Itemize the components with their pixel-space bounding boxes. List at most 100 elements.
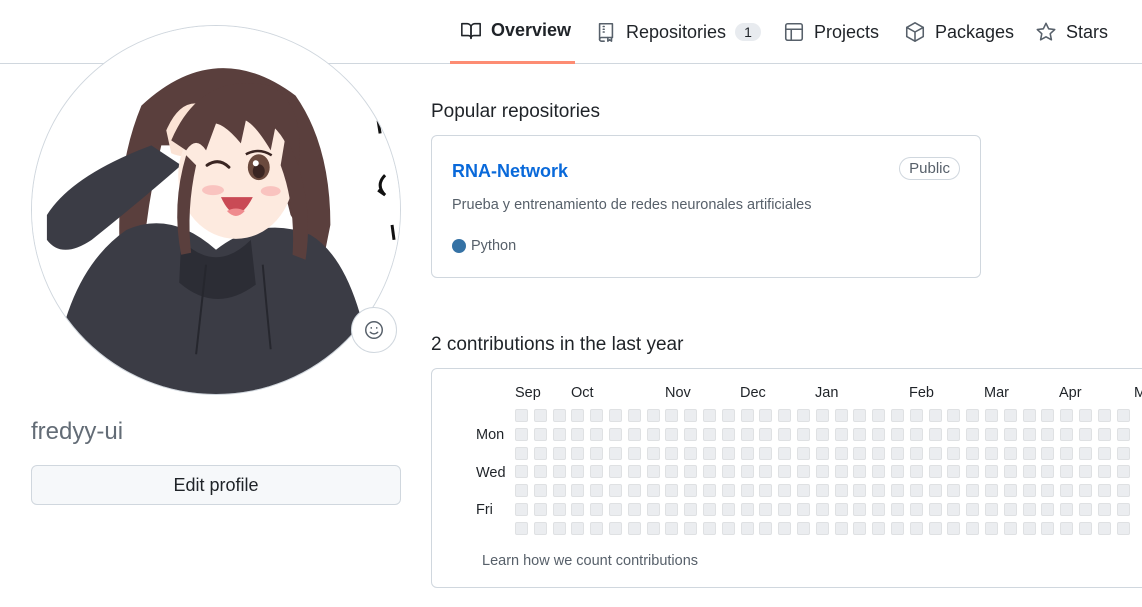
contribution-day-cell[interactable]	[891, 503, 904, 516]
contribution-day-cell[interactable]	[609, 521, 622, 535]
contribution-day-cell[interactable]	[1060, 446, 1074, 460]
contribution-day-cell[interactable]	[815, 465, 829, 479]
contribution-day-cell[interactable]	[665, 465, 679, 479]
contribution-day-cell[interactable]	[609, 409, 622, 422]
contribution-day-cell[interactable]	[966, 521, 980, 535]
contribution-day-cell[interactable]	[797, 465, 810, 479]
contribution-day-cell[interactable]	[515, 465, 528, 479]
contribution-day-cell[interactable]	[872, 427, 886, 441]
contribution-day-cell[interactable]	[872, 465, 886, 479]
contribution-day-cell[interactable]	[872, 409, 886, 422]
contribution-day-cell[interactable]	[853, 465, 867, 479]
contribution-day-cell[interactable]	[1116, 427, 1130, 441]
contribution-day-cell[interactable]	[627, 503, 641, 516]
contribution-day-cell[interactable]	[1022, 446, 1036, 460]
contribution-day-cell[interactable]	[985, 446, 998, 460]
contribution-day-cell[interactable]	[609, 503, 622, 516]
contribution-day-cell[interactable]	[1022, 503, 1036, 516]
contribution-day-cell[interactable]	[1079, 521, 1092, 535]
contribution-day-cell[interactable]	[909, 409, 923, 422]
contribution-day-cell[interactable]	[533, 409, 547, 422]
contribution-day-cell[interactable]	[721, 484, 735, 498]
contribution-day-cell[interactable]	[646, 503, 660, 516]
contribution-day-cell[interactable]	[1022, 465, 1036, 479]
contribution-day-cell[interactable]	[778, 484, 792, 498]
contribution-day-cell[interactable]	[609, 465, 622, 479]
contribution-day-cell[interactable]	[703, 409, 716, 422]
contribution-day-cell[interactable]	[684, 409, 698, 422]
contribution-day-cell[interactable]	[1079, 484, 1092, 498]
contribution-day-cell[interactable]	[966, 427, 980, 441]
contribution-day-cell[interactable]	[646, 521, 660, 535]
contribution-day-cell[interactable]	[627, 521, 641, 535]
contribution-day-cell[interactable]	[797, 521, 810, 535]
contribution-day-cell[interactable]	[834, 484, 848, 498]
contribution-day-cell[interactable]	[646, 446, 660, 460]
contribution-day-cell[interactable]	[815, 446, 829, 460]
contribution-day-cell[interactable]	[1097, 427, 1111, 441]
contribution-day-cell[interactable]	[853, 427, 867, 441]
contribution-day-cell[interactable]	[515, 521, 528, 535]
contribution-day-cell[interactable]	[515, 427, 528, 441]
contribution-day-cell[interactable]	[966, 465, 980, 479]
contribution-day-cell[interactable]	[1003, 465, 1017, 479]
contribution-day-cell[interactable]	[759, 427, 773, 441]
contribution-day-cell[interactable]	[1041, 409, 1055, 422]
contribution-day-cell[interactable]	[590, 503, 604, 516]
contribution-day-cell[interactable]	[1097, 484, 1111, 498]
repo-name-link[interactable]: RNA-Network	[452, 161, 568, 182]
contribution-day-cell[interactable]	[966, 503, 980, 516]
contribution-day-cell[interactable]	[646, 409, 660, 422]
contribution-day-cell[interactable]	[759, 409, 773, 422]
contribution-day-cell[interactable]	[909, 503, 923, 516]
contribution-day-cell[interactable]	[515, 503, 528, 516]
contribution-day-cell[interactable]	[834, 521, 848, 535]
contribution-day-cell[interactable]	[515, 446, 528, 460]
contribution-day-cell[interactable]	[552, 503, 566, 516]
contribution-day-cell[interactable]	[552, 409, 566, 422]
tab-packages[interactable]: Packages	[904, 0, 1014, 64]
contribution-day-cell[interactable]	[665, 409, 679, 422]
set-status-button[interactable]	[351, 307, 397, 353]
contribution-day-cell[interactable]	[1003, 503, 1017, 516]
contribution-day-cell[interactable]	[665, 446, 679, 460]
contribution-day-cell[interactable]	[684, 427, 698, 441]
contribution-day-cell[interactable]	[778, 446, 792, 460]
contribution-day-cell[interactable]	[872, 503, 886, 516]
contribution-day-cell[interactable]	[891, 446, 904, 460]
contribution-day-cell[interactable]	[740, 409, 754, 422]
contribution-day-cell[interactable]	[872, 521, 886, 535]
contribution-day-cell[interactable]	[1097, 521, 1111, 535]
contribution-day-cell[interactable]	[778, 465, 792, 479]
tab-repositories[interactable]: Repositories 1	[595, 0, 762, 64]
contribution-day-cell[interactable]	[891, 409, 904, 422]
contribution-day-cell[interactable]	[721, 503, 735, 516]
contribution-day-cell[interactable]	[1116, 503, 1130, 516]
contribution-day-cell[interactable]	[1022, 484, 1036, 498]
contribution-day-cell[interactable]	[740, 484, 754, 498]
contribution-day-cell[interactable]	[778, 427, 792, 441]
contribution-day-cell[interactable]	[590, 521, 604, 535]
contribution-day-cell[interactable]	[740, 465, 754, 479]
contribution-day-cell[interactable]	[571, 409, 585, 422]
contribution-day-cell[interactable]	[947, 521, 961, 535]
contribution-day-cell[interactable]	[985, 503, 998, 516]
contribution-day-cell[interactable]	[684, 465, 698, 479]
contribution-day-cell[interactable]	[740, 503, 754, 516]
contribution-day-cell[interactable]	[646, 465, 660, 479]
contribution-day-cell[interactable]	[891, 521, 904, 535]
contribution-day-cell[interactable]	[1097, 503, 1111, 516]
contribution-day-cell[interactable]	[740, 446, 754, 460]
contribution-day-cell[interactable]	[985, 465, 998, 479]
contribution-day-cell[interactable]	[928, 503, 942, 516]
contribution-day-cell[interactable]	[778, 409, 792, 422]
contribution-day-cell[interactable]	[703, 503, 716, 516]
contribution-day-cell[interactable]	[684, 503, 698, 516]
contribution-day-cell[interactable]	[966, 409, 980, 422]
contribution-day-cell[interactable]	[909, 484, 923, 498]
contribution-day-cell[interactable]	[928, 484, 942, 498]
contribution-day-cell[interactable]	[1041, 503, 1055, 516]
contribution-day-cell[interactable]	[1003, 521, 1017, 535]
contribution-day-cell[interactable]	[684, 446, 698, 460]
contribution-day-cell[interactable]	[853, 446, 867, 460]
